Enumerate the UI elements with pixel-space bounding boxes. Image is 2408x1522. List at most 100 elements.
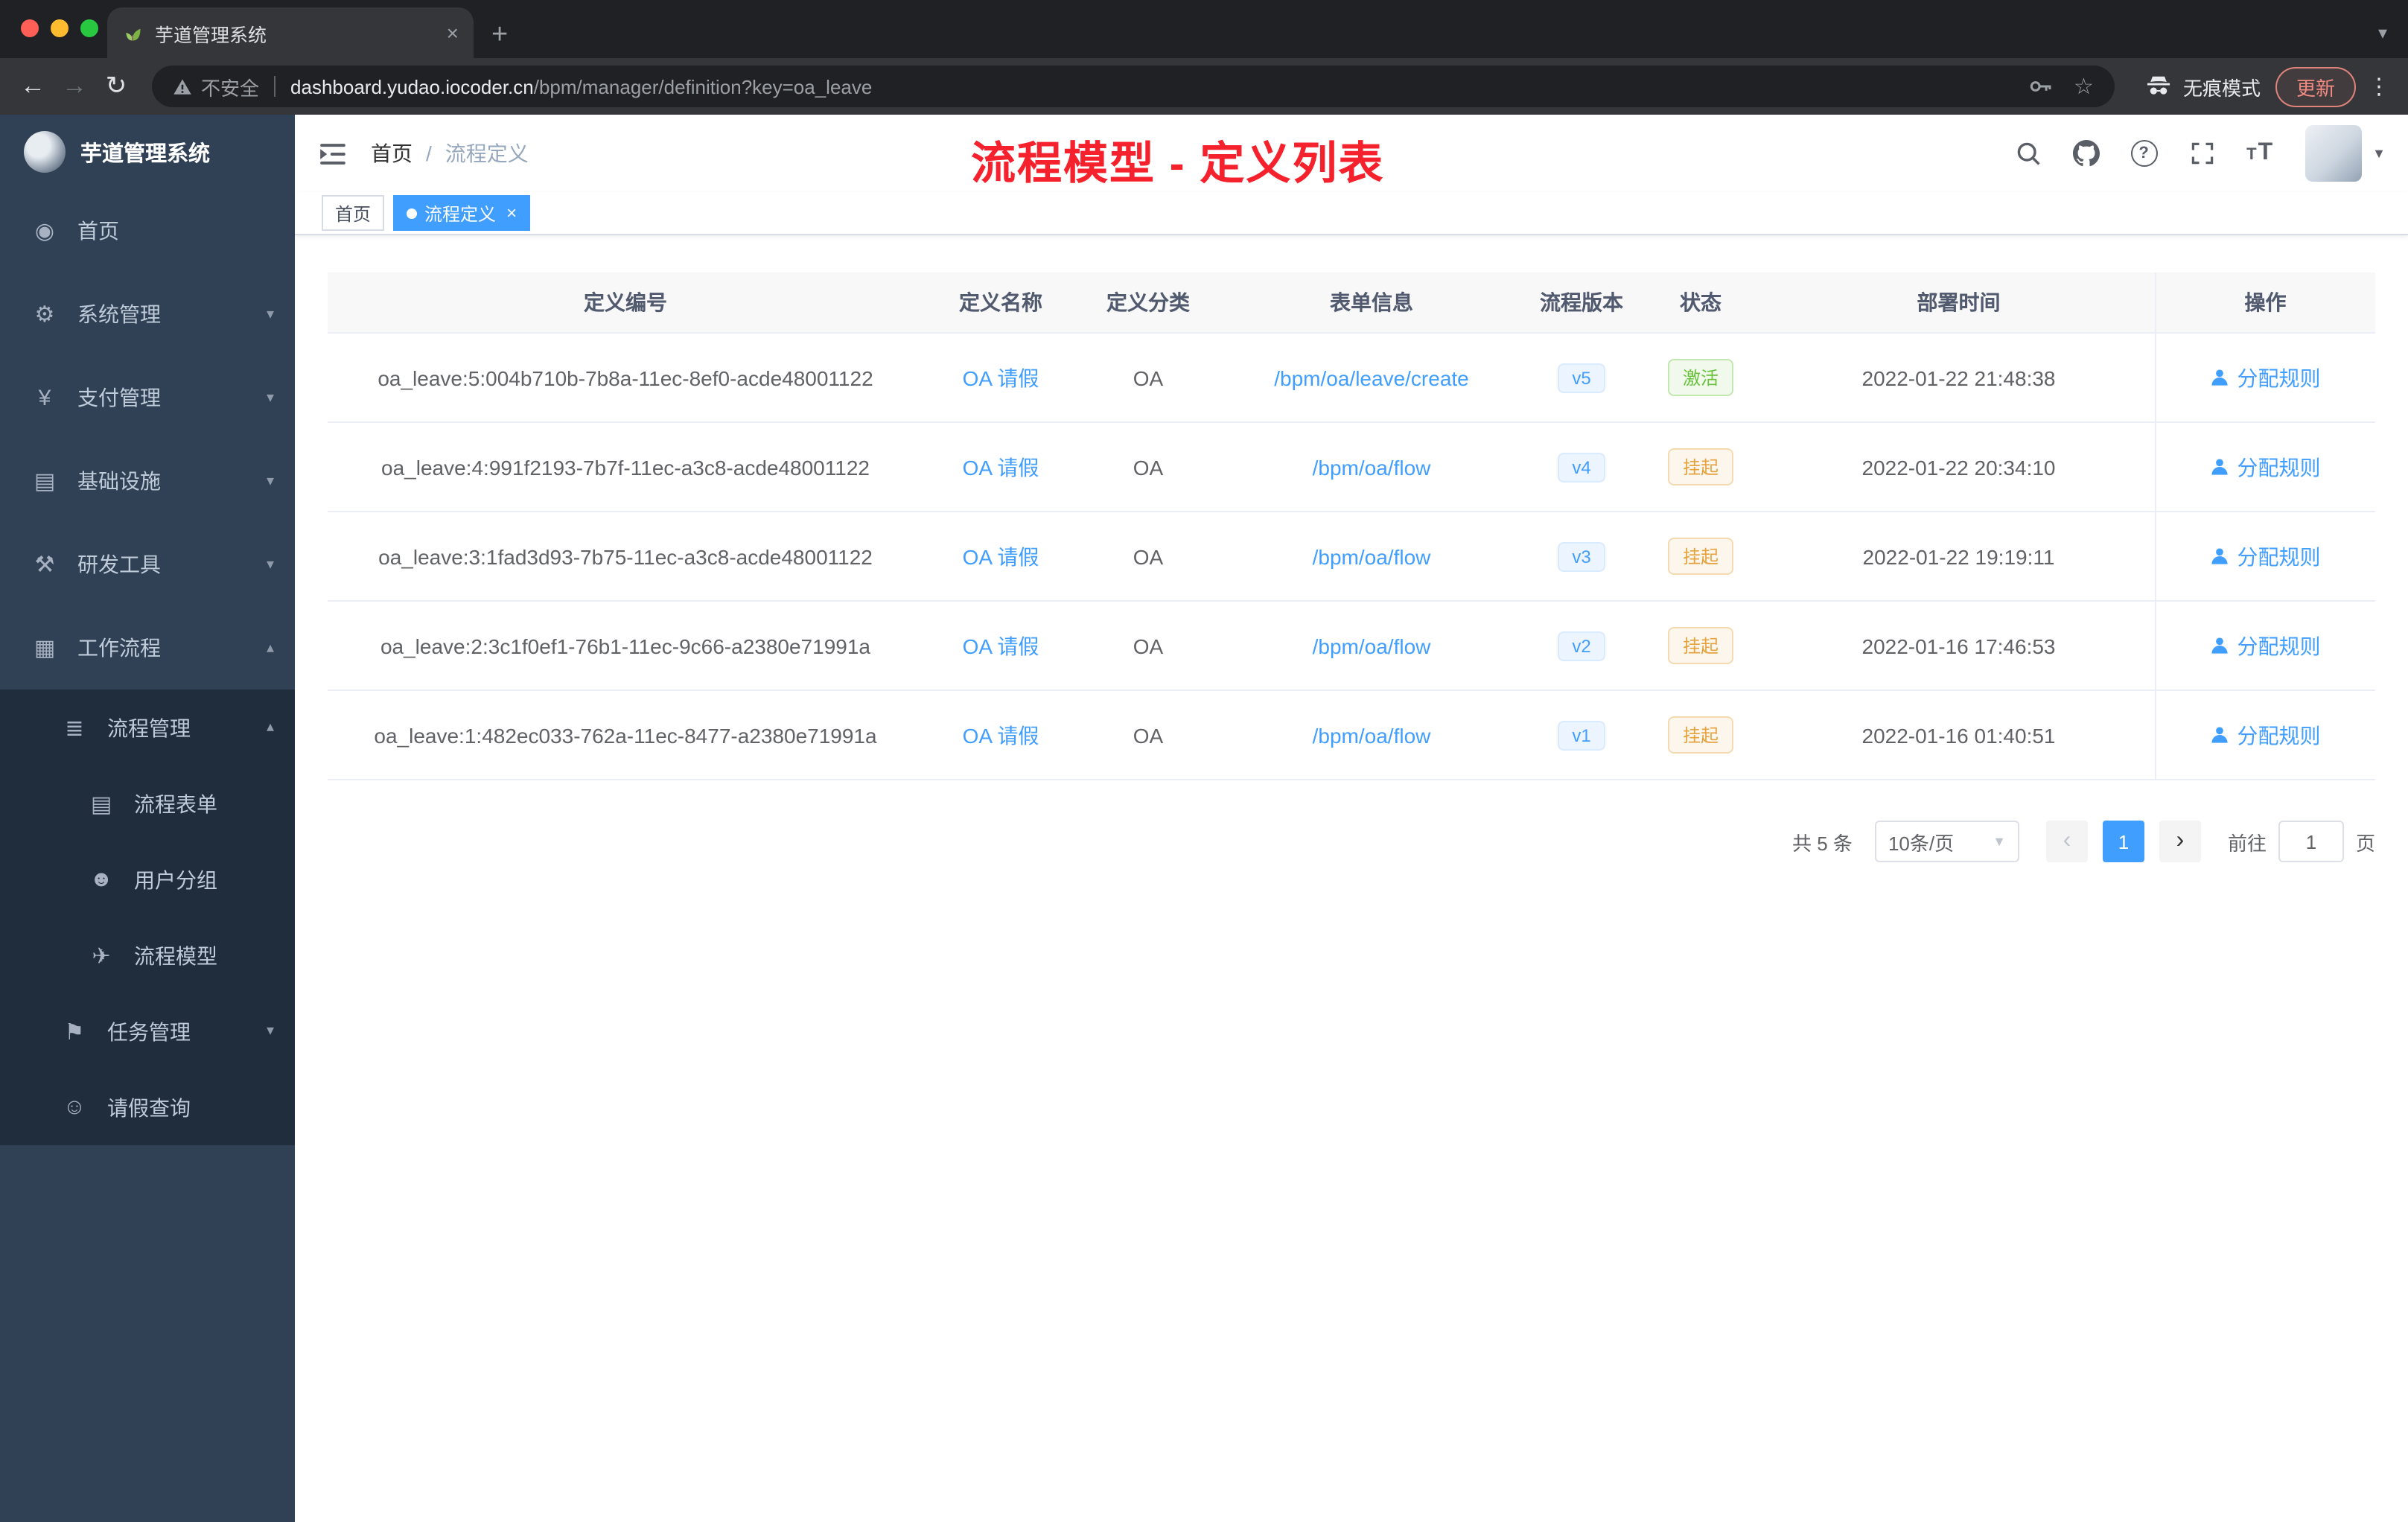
sidebar-item-dev-tools[interactable]: ⚒ 研发工具 ▾ <box>0 523 295 606</box>
next-page-button[interactable]: › <box>2159 821 2201 862</box>
breadcrumb-current: 流程定义 <box>445 141 529 165</box>
person-icon <box>2211 369 2229 386</box>
category-cell: OA <box>1078 333 1218 423</box>
back-button[interactable]: ← <box>12 66 54 107</box>
avatar[interactable] <box>2305 125 2363 182</box>
incognito-label: 无痕模式 <box>2182 77 2261 99</box>
sidebar-item-infrastructure[interactable]: ▤ 基础设施 ▾ <box>0 439 295 523</box>
sidebar: 芋道管理系统 ◉ 首页 ⚙ 系统管理 ▾ ¥ 支付管理 ▾ ▤ 基础设施 ▾ ⚒… <box>0 115 295 1522</box>
caret-down-icon: ▼ <box>2372 146 2386 161</box>
sidebar-item-system-management[interactable]: ⚙ 系统管理 ▾ <box>0 273 295 356</box>
prev-page-button[interactable]: ‹ <box>2045 821 2088 862</box>
dashboard-icon: ◉ <box>34 219 55 244</box>
tab-search-chevron-icon[interactable]: ▾ <box>2378 22 2387 43</box>
definition-name-link[interactable]: OA 请假 <box>963 455 1039 479</box>
table-row: oa_leave:4:991f2193-7b7f-11ec-a3c8-acde4… <box>328 422 2375 512</box>
form-info-link[interactable]: /bpm/oa/flow <box>1313 544 1431 568</box>
sidebar-item-payment-management[interactable]: ¥ 支付管理 ▾ <box>0 356 295 439</box>
tag-close-icon[interactable]: × <box>506 203 517 223</box>
sidebar-item-workflow[interactable]: ▦ 工作流程 ▴ <box>0 606 295 690</box>
status-badge: 挂起 <box>1667 538 1733 575</box>
sidebar-item-home[interactable]: ◉ 首页 <box>0 189 295 273</box>
github-icon[interactable] <box>2072 140 2100 167</box>
definition-name-link[interactable]: OA 请假 <box>963 544 1039 568</box>
person-icon <box>2211 548 2229 564</box>
definition-name-link[interactable]: OA 请假 <box>963 634 1039 657</box>
zoom-window-button[interactable] <box>80 19 98 37</box>
pagination-total: 共 5 条 <box>1792 832 1853 854</box>
security-label: 不安全 <box>201 77 260 99</box>
paper-plane-icon: ✈ <box>92 943 111 969</box>
person-icon <box>2211 637 2229 654</box>
table-header-row: 定义编号 定义名称 定义分类 表单信息 流程版本 状态 部署时间 操作 <box>328 273 2375 334</box>
sidebar-item-leave-query[interactable]: ☺ 请假查询 <box>0 1069 295 1145</box>
tab-close-icon[interactable]: × <box>447 21 459 45</box>
sidebar-item-process-management[interactable]: ≣ 流程管理 ▴ <box>0 690 295 765</box>
url-host: dashboard.yudao.iocoder.cn <box>290 75 534 98</box>
form-info-link[interactable]: /bpm/oa/flow <box>1313 455 1431 479</box>
goto-page-input[interactable] <box>2278 821 2344 862</box>
breadcrumb-home[interactable]: 首页 <box>371 138 413 168</box>
address-bar[interactable]: 不安全 dashboard.yudao.iocoder.cn /bpm/mana… <box>152 66 2115 107</box>
table-row: oa_leave:3:1fad3d93-7b75-11ec-a3c8-acde4… <box>328 512 2375 602</box>
deploy-time-cell: 2022-01-22 21:48:38 <box>1763 333 2155 423</box>
sidebar-item-user-group[interactable]: ☻ 用户分组 <box>0 841 295 917</box>
forward-button[interactable]: → <box>54 66 95 107</box>
omnibox-divider <box>274 76 276 97</box>
workflow-submenu: ≣ 流程管理 ▴ ▤ 流程表单 ☻ 用户分组 ✈ 流程模型 ⚑ 任务管理 ▾ ☺… <box>0 690 295 1145</box>
form-info-link[interactable]: /bpm/oa/flow <box>1313 723 1431 747</box>
page-size-select[interactable]: 10条/页 ▼ <box>1874 821 2019 862</box>
sidebar-collapse-icon[interactable] <box>317 138 348 169</box>
definition-id-cell: oa_leave:3:1fad3d93-7b75-11ec-a3c8-acde4… <box>328 512 923 602</box>
chevron-up-icon: ▴ <box>266 719 274 736</box>
deploy-time-cell: 2022-01-22 20:34:10 <box>1763 422 2155 512</box>
new-tab-button[interactable]: + <box>491 21 508 49</box>
chrome-update-button[interactable]: 更新 <box>2275 66 2356 106</box>
definition-name-link[interactable]: OA 请假 <box>963 723 1039 747</box>
form-info-link[interactable]: /bpm/oa/flow <box>1313 634 1431 657</box>
flag-icon: ⚑ <box>64 1019 85 1045</box>
chevron-down-icon: ▾ <box>266 473 274 489</box>
gear-icon: ⚙ <box>34 302 55 328</box>
url-path: /bpm/manager/definition?key=oa_leave <box>533 75 873 98</box>
chevron-down-icon: ▾ <box>266 1023 274 1039</box>
browser-menu-icon[interactable]: ⋮ <box>2368 73 2390 100</box>
user-menu[interactable]: ▼ <box>2305 125 2386 182</box>
font-size-icon[interactable]: TT <box>2246 140 2274 167</box>
deploy-time-cell: 2022-01-16 01:40:51 <box>1763 690 2155 780</box>
help-icon[interactable]: ? <box>2130 140 2158 167</box>
tag-process-definition[interactable]: 流程定义 × <box>393 195 531 231</box>
close-window-button[interactable] <box>21 19 39 37</box>
tools-icon: ⚒ <box>34 553 55 578</box>
assign-rule-link[interactable]: 分配规则 <box>2211 452 2321 482</box>
browser-tab[interactable]: 芋道管理系统 × <box>107 7 474 58</box>
deploy-time-cell: 2022-01-16 17:46:53 <box>1763 601 2155 691</box>
col-definition-id: 定义编号 <box>328 273 923 334</box>
assign-rule-link[interactable]: 分配规则 <box>2211 631 2321 660</box>
search-icon[interactable] <box>2014 140 2041 167</box>
col-process-version: 流程版本 <box>1525 273 1638 334</box>
security-status[interactable]: 不安全 <box>173 72 259 101</box>
tag-home[interactable]: 首页 <box>322 195 385 231</box>
status-badge: 挂起 <box>1667 627 1733 664</box>
minimize-window-button[interactable] <box>51 19 69 37</box>
form-info-link[interactable]: /bpm/oa/leave/create <box>1274 366 1469 389</box>
sidebar-logo: 芋道管理系统 <box>0 115 295 189</box>
definition-name-link[interactable]: OA 请假 <box>963 366 1039 389</box>
sidebar-item-process-form[interactable]: ▤ 流程表单 <box>0 765 295 841</box>
reload-button[interactable]: ↻ <box>95 66 137 107</box>
bookmark-star-icon[interactable]: ☆ <box>2074 73 2094 100</box>
breadcrumb-separator: / <box>426 141 432 165</box>
assign-rule-link[interactable]: 分配规则 <box>2211 720 2321 750</box>
key-icon[interactable] <box>2026 73 2053 100</box>
sidebar-item-task-management[interactable]: ⚑ 任务管理 ▾ <box>0 993 295 1069</box>
col-deploy-time: 部署时间 <box>1763 273 2155 334</box>
assign-rule-link[interactable]: 分配规则 <box>2211 363 2321 392</box>
active-tag-dot <box>407 208 418 218</box>
assign-rule-link[interactable]: 分配规则 <box>2211 541 2321 571</box>
col-status: 状态 <box>1638 273 1763 334</box>
window-controls[interactable] <box>21 19 98 37</box>
page-number-button[interactable]: 1 <box>2102 821 2144 862</box>
sidebar-item-process-model[interactable]: ✈ 流程模型 <box>0 917 295 993</box>
fullscreen-icon[interactable] <box>2188 140 2215 167</box>
